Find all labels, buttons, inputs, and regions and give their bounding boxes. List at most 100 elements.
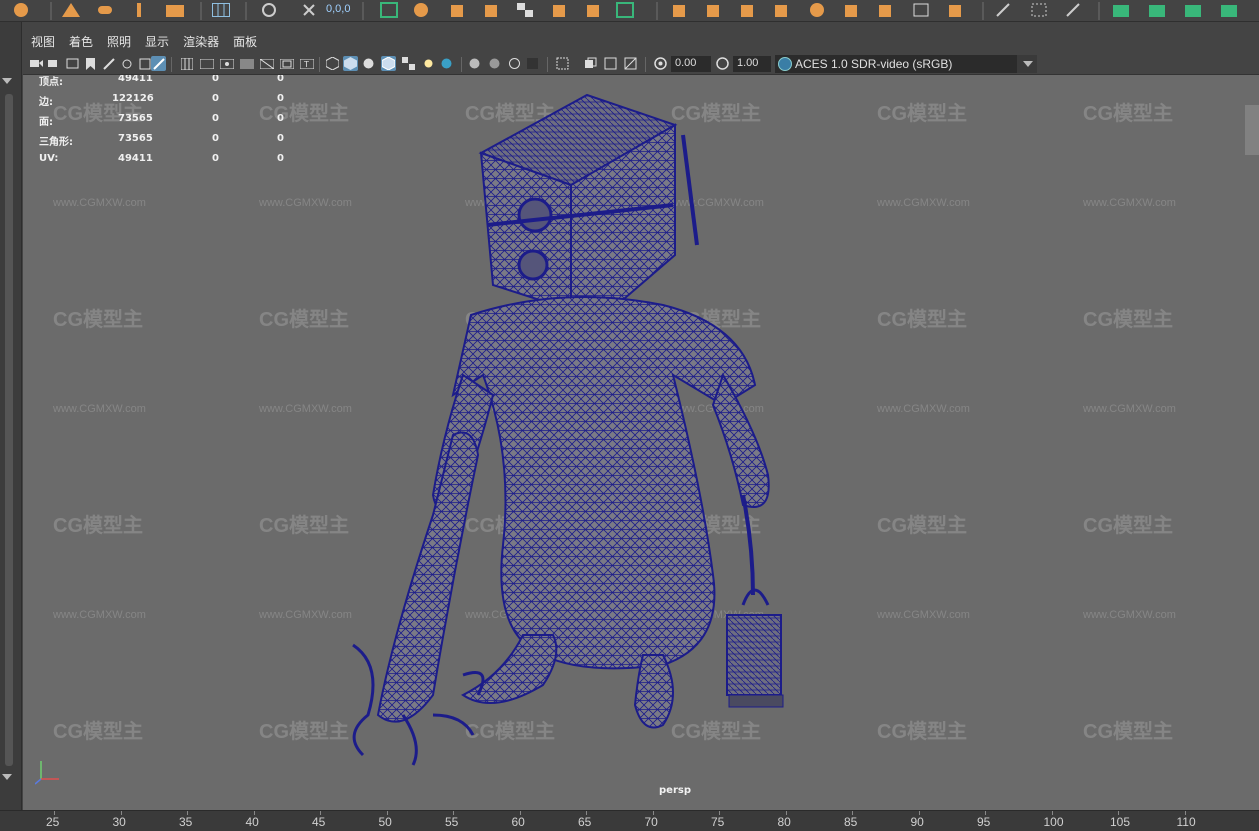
uv-editor-icon[interactable] bbox=[912, 2, 930, 18]
poly-pipe-icon[interactable] bbox=[130, 2, 148, 18]
shelf-separator bbox=[982, 2, 984, 20]
lights-icon[interactable] bbox=[421, 56, 436, 71]
menu-show[interactable]: 显示 bbox=[145, 33, 169, 50]
bool-icon[interactable] bbox=[738, 2, 756, 18]
shelf-separator bbox=[1098, 2, 1100, 20]
viewcube-icon[interactable] bbox=[1245, 105, 1259, 155]
depth-of-field-icon[interactable] bbox=[525, 56, 540, 71]
default-material-icon[interactable] bbox=[361, 56, 376, 71]
quad-draw-icon[interactable] bbox=[1064, 2, 1082, 18]
textured-icon[interactable] bbox=[401, 56, 416, 71]
grid-toggle-icon[interactable] bbox=[179, 56, 194, 71]
poke-icon[interactable] bbox=[876, 2, 894, 18]
poly-cone-icon[interactable] bbox=[62, 2, 80, 18]
character-wireframe-model[interactable] bbox=[23, 75, 1259, 810]
select-camera-icon[interactable] bbox=[29, 56, 44, 71]
wireframe-mode-icon[interactable] bbox=[325, 56, 340, 71]
bookmark-icon[interactable] bbox=[83, 56, 98, 71]
image-plane-2-icon[interactable] bbox=[137, 56, 152, 71]
menu-renderer[interactable]: 渲染器 bbox=[183, 33, 219, 50]
gamma-field[interactable]: 1.00 bbox=[733, 56, 771, 72]
color-space-dropdown[interactable]: ACES 1.0 SDR-video (sRGB) bbox=[775, 55, 1037, 73]
time-slider[interactable]: 25 30 35 40 45 50 55 60 65 70 75 80 85 90 95 100 105 110 bbox=[0, 810, 1259, 831]
exposure-field[interactable]: 0.00 bbox=[671, 56, 711, 72]
wedge-icon[interactable] bbox=[842, 2, 860, 18]
timeline-tick bbox=[586, 811, 587, 815]
field-chart-icon[interactable] bbox=[259, 56, 274, 71]
exposure-icon[interactable] bbox=[653, 56, 668, 71]
smooth-shade-icon[interactable] bbox=[343, 56, 358, 71]
camera-attributes-icon[interactable] bbox=[47, 56, 62, 71]
motion-blur-icon[interactable] bbox=[487, 56, 502, 71]
xray-joints-icon[interactable] bbox=[603, 56, 618, 71]
axis-gizmo-icon bbox=[35, 761, 59, 785]
poly-plane-icon[interactable] bbox=[166, 2, 184, 18]
grease-pencil-icon[interactable] bbox=[119, 56, 134, 71]
reset-coord-icon[interactable] bbox=[300, 2, 318, 18]
xray-components-icon[interactable] bbox=[623, 56, 638, 71]
checker-icon[interactable] bbox=[516, 2, 534, 18]
left-leg bbox=[461, 634, 558, 704]
toolbar-separator bbox=[461, 57, 462, 72]
timeline-tick-label: 60 bbox=[511, 815, 525, 829]
smooth-icon[interactable] bbox=[704, 2, 722, 18]
menu-panels[interactable]: 面板 bbox=[233, 33, 257, 50]
poly-helix-icon[interactable] bbox=[96, 2, 114, 18]
grid-icon[interactable] bbox=[212, 2, 230, 18]
timeline-tick bbox=[785, 811, 787, 815]
separate-icon[interactable] bbox=[584, 2, 602, 18]
timeline-tick-label: 85 bbox=[844, 815, 858, 829]
timeline-tick bbox=[187, 811, 188, 815]
timeline-tick-label: 90 bbox=[910, 815, 924, 829]
bevel-icon[interactable] bbox=[482, 2, 500, 18]
pencil-icon[interactable] bbox=[994, 2, 1012, 18]
timeline-tick-label: 70 bbox=[644, 815, 658, 829]
circularize-icon[interactable] bbox=[808, 2, 826, 18]
resolution-gate-icon[interactable] bbox=[219, 56, 234, 71]
2d-pan-zoom-icon[interactable] bbox=[101, 56, 116, 71]
scroll-down-arrow-icon[interactable] bbox=[2, 774, 12, 780]
ambient-occlusion-icon[interactable] bbox=[467, 56, 482, 71]
timeline-tick bbox=[852, 811, 853, 815]
color-management-icon[interactable] bbox=[778, 57, 792, 71]
combine-icon[interactable] bbox=[550, 2, 568, 18]
menu-shading[interactable]: 着色 bbox=[69, 33, 93, 50]
multicut-icon[interactable] bbox=[1030, 2, 1048, 18]
image-plane-icon[interactable] bbox=[65, 56, 80, 71]
sculpt-icon[interactable] bbox=[412, 2, 430, 18]
extrude-icon[interactable] bbox=[448, 2, 466, 18]
uv-layout-icon[interactable] bbox=[1112, 2, 1130, 18]
snap-icon[interactable] bbox=[260, 2, 278, 18]
gamma-icon[interactable] bbox=[715, 56, 730, 71]
mirror-icon[interactable] bbox=[670, 2, 688, 18]
wireframe-toggle-icon[interactable] bbox=[151, 56, 166, 71]
fill-hole-icon[interactable] bbox=[772, 2, 790, 18]
timeline-tick-label: 25 bbox=[46, 815, 60, 829]
timeline-tick-label: 75 bbox=[711, 815, 725, 829]
shadows-icon[interactable] bbox=[439, 56, 454, 71]
shelf-separator bbox=[50, 2, 52, 20]
xray-icon[interactable] bbox=[583, 56, 598, 71]
poly-sphere-icon[interactable] bbox=[12, 2, 30, 18]
anti-alias-icon[interactable] bbox=[507, 56, 522, 71]
paint-icon[interactable] bbox=[946, 2, 964, 18]
left-tool-strip bbox=[0, 22, 22, 810]
timeline-tick bbox=[985, 811, 986, 815]
menu-lighting[interactable]: 照明 bbox=[107, 33, 131, 50]
gate-mask-icon[interactable] bbox=[239, 56, 254, 71]
uv-cut-icon[interactable] bbox=[1184, 2, 1202, 18]
3d-viewport[interactable]: CG模型主 www.CGMXW.com CG模型主 www.CGMXW.com CG模型… bbox=[23, 75, 1259, 810]
safe-action-icon[interactable] bbox=[279, 56, 294, 71]
lasso-icon[interactable] bbox=[380, 2, 398, 18]
safe-title-icon[interactable]: T bbox=[299, 56, 314, 71]
bridge-icon[interactable] bbox=[616, 2, 634, 18]
menu-view[interactable]: 视图 bbox=[31, 33, 55, 50]
film-gate-icon[interactable] bbox=[199, 56, 214, 71]
scroll-down-arrow-icon[interactable] bbox=[2, 78, 12, 84]
uv-unfold-icon[interactable] bbox=[1148, 2, 1166, 18]
panel-toolbar: T 0.00 1.00 ACES 1.0 SDR-video (sRGB) bbox=[23, 53, 1259, 75]
wireframe-on-shaded-icon[interactable] bbox=[381, 56, 396, 71]
isolate-select-icon[interactable] bbox=[555, 56, 570, 71]
uv-sew-icon[interactable] bbox=[1220, 2, 1238, 18]
vertical-scrollbar[interactable] bbox=[5, 94, 13, 766]
